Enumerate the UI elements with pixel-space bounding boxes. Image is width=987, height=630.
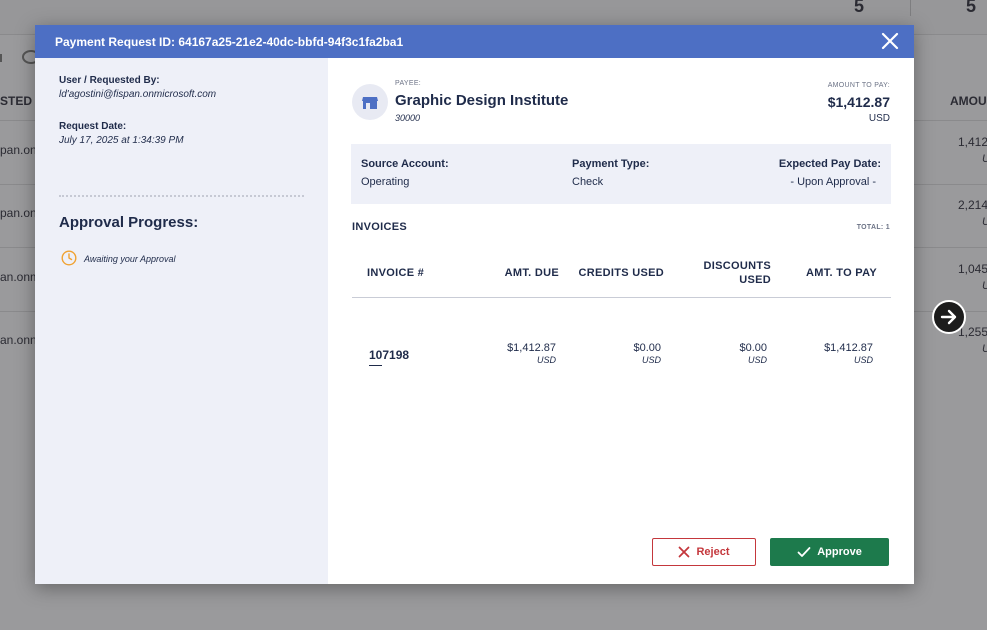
background-tick (0, 54, 2, 62)
background-col-amount: AMOU (950, 94, 987, 108)
payee-id: 30000 (395, 113, 421, 123)
column-invoice-number: INVOICE # (367, 267, 425, 279)
approval-progress-heading: Approval Progress: (59, 214, 199, 231)
expected-pay-date-label: Expected Pay Date: (778, 158, 881, 170)
request-date-label: Request Date: (59, 121, 127, 132)
approval-status-text: Awaiting your Approval (84, 254, 176, 264)
column-credits-used: CREDITS USED (578, 267, 664, 279)
payee-avatar (352, 84, 388, 120)
amount-currency: USD (868, 113, 890, 124)
source-account-value: Operating (361, 176, 410, 188)
column-discounts-used: DISCOUNTS (703, 260, 771, 272)
request-details-panel: User / Requested By: ld'agostini@fispan.… (35, 58, 328, 584)
store-icon (362, 97, 378, 109)
next-arrow-button[interactable] (932, 300, 966, 334)
checkmark-icon (797, 547, 811, 557)
source-account-label: Source Account: (361, 158, 449, 170)
approve-button[interactable]: Approve (770, 538, 889, 566)
dotted-divider (59, 195, 304, 197)
payment-request-modal: Payment Request ID: 64167a25-21e2-40dc-b… (35, 25, 914, 584)
invoice-amount-to-pay-currency: USD (853, 355, 873, 365)
column-discounts-used-line2: USED (739, 274, 771, 286)
invoices-heading: INVOICES (352, 221, 407, 233)
row-unit: U (982, 343, 987, 355)
row-user: an.onn (0, 333, 37, 347)
row-amount: 1,045. (958, 262, 987, 276)
row-unit: U (982, 216, 987, 228)
reject-label: Reject (696, 546, 730, 558)
invoices-total: TOTAL: 1 (856, 224, 890, 231)
row-amount: 2,214 (958, 198, 987, 212)
background-count-2: 5 (966, 0, 977, 16)
modal-title: Payment Request ID: 64167a25-21e2-40dc-b… (55, 35, 404, 49)
invoice-link[interactable]: 107198 (369, 348, 409, 362)
invoice-discounts-currency: USD (747, 355, 767, 365)
payment-type-label: Payment Type: (572, 158, 650, 170)
reject-button[interactable]: Reject (652, 538, 756, 566)
column-amount-due: AMT. DUE (504, 267, 559, 279)
invoice-link-underline (369, 365, 382, 366)
close-icon (881, 32, 899, 50)
arrow-right-icon (940, 309, 957, 325)
clock-icon (61, 250, 77, 266)
invoice-credits-used: $0.00 (633, 342, 661, 354)
invoice-amount-due: $1,412.87 (507, 342, 556, 354)
expected-pay-date-value: - Upon Approval - (790, 176, 876, 188)
payment-type-value: Check (572, 176, 604, 188)
request-date-value: July 17, 2025 at 1:34:39 PM (59, 135, 184, 146)
column-amount-to-pay: AMT. TO PAY (806, 267, 877, 279)
payee-name: Graphic Design Institute (395, 92, 569, 109)
x-icon (679, 546, 690, 558)
requested-by-label: User / Requested By: (59, 75, 160, 86)
row-unit: U (982, 280, 987, 292)
invoice-amount-due-currency: USD (536, 355, 556, 365)
modal-header: Payment Request ID: 64167a25-21e2-40dc-b… (35, 25, 914, 58)
payee-caption: PAYEE: (395, 80, 422, 87)
table-header-divider (352, 297, 891, 298)
amount-caption: AMOUNT TO PAY: (827, 82, 890, 89)
row-amount: 1,412. (958, 135, 987, 149)
row-unit: U (982, 153, 987, 165)
invoice-amount-to-pay: $1,412.87 (824, 342, 873, 354)
payment-info-box: Source Account: Operating Payment Type: … (351, 144, 891, 204)
close-button[interactable] (880, 31, 900, 51)
approve-label: Approve (817, 546, 862, 558)
background-divider (910, 0, 911, 16)
payment-details: PAYEE: Graphic Design Institute 30000 AM… (328, 58, 914, 584)
invoice-discounts-used: $0.00 (739, 342, 767, 354)
requested-by-value: ld'agostini@fispan.onmicrosoft.com (59, 89, 217, 100)
amount-value: $1,412.87 (827, 94, 890, 110)
invoice-credits-currency: USD (641, 355, 661, 365)
background-count-1: 5 (854, 0, 865, 16)
